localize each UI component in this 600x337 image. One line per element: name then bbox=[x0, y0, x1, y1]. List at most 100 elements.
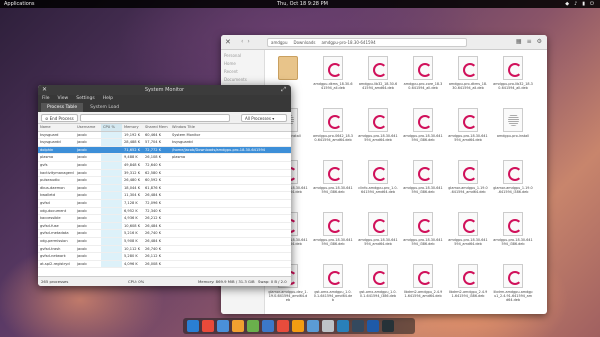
table-row[interactable]: pulseaudio jacob 26,480 K 60,592 K bbox=[38, 177, 291, 185]
table-row[interactable]: ksysguardd jacob 28,488 K 57,704 K ksysguard… bbox=[38, 139, 291, 147]
close-icon[interactable]: ✕ bbox=[42, 85, 47, 95]
table-row[interactable]: plasma jacob 9,488 K 26,108 K plasma bbox=[38, 154, 291, 162]
table-row[interactable]: at-spi2-registryd jacob 4,096 K 26,008 K bbox=[38, 260, 291, 269]
column-header[interactable]: CPU % bbox=[101, 124, 122, 131]
menu-item[interactable]: Settings bbox=[76, 95, 94, 103]
column-header[interactable]: Window Title bbox=[170, 124, 291, 131]
dock-app-icon[interactable] bbox=[292, 320, 304, 332]
tab[interactable]: Process Table bbox=[41, 103, 84, 112]
network-icon[interactable]: ◆ bbox=[565, 1, 569, 7]
menu-item[interactable]: Help bbox=[103, 95, 113, 103]
breadcrumb[interactable]: amdgpu Downloads amdgpu-pro-18.30-641594 bbox=[267, 38, 467, 47]
battery-icon[interactable]: ▮ bbox=[582, 1, 585, 7]
file-item[interactable]: glamor-amdgpu_1.19.0-641594_i386.deb bbox=[493, 157, 533, 205]
table-cell: gvfs bbox=[40, 162, 48, 167]
dock-app-icon[interactable] bbox=[382, 320, 394, 332]
dock-app-icon[interactable] bbox=[277, 320, 289, 332]
file-item[interactable]: amdgpu-pro-18.30-641594_amd64.deb bbox=[448, 105, 488, 153]
forward-icon[interactable]: › bbox=[247, 38, 249, 45]
file-item[interactable]: amdgpu-pro-18.30-641594_i386.deb bbox=[313, 157, 353, 205]
menu-icon[interactable]: ⚙ bbox=[537, 38, 542, 45]
breadcrumb-item[interactable]: amdgpu-pro-18.30-641594 bbox=[321, 40, 375, 45]
file-item[interactable]: amdgpu-pro-18.30-641594_amd64.deb bbox=[358, 105, 398, 153]
file-item[interactable]: amdgpu-pro-0642_18.30-641594_amd64.deb bbox=[313, 105, 353, 153]
table-row[interactable]: xdg-document jacob 6,952 K 72,340 K bbox=[38, 207, 291, 216]
column-header[interactable]: Shared Mem bbox=[143, 124, 170, 131]
grid-view-icon[interactable]: ▦ bbox=[516, 38, 522, 45]
file-item[interactable]: amdgpu-pro-core_18.30-641594_all.deb bbox=[403, 53, 443, 101]
file-item[interactable]: glamor-amdgpu_1.19.0-641594_amd64.deb bbox=[448, 157, 488, 205]
dock-app-icon[interactable] bbox=[202, 320, 214, 332]
table-row[interactable]: gvfsd-network jacob 5,280 K 26,112 K bbox=[38, 253, 291, 261]
table-row[interactable]: dolphin jacob 71,652 K 72,772 K/home/jacob/… bbox=[38, 146, 291, 155]
file-item[interactable]: amdgpu-lib32_18.30-641594_amd64.deb bbox=[358, 53, 398, 101]
file-item[interactable]: amdgpu-dkms_18.30-641594_all.deb bbox=[313, 53, 353, 101]
file-item[interactable]: amdgpu-pro-18.30-641594_i386.deb bbox=[493, 209, 533, 257]
table-row[interactable]: gvfsd jacob 7,128 K 72,096 K bbox=[38, 199, 291, 208]
applications-menu[interactable]: Applications bbox=[4, 1, 35, 7]
process-filter-select[interactable]: All Processes ▾ bbox=[241, 114, 287, 122]
dock-app-icon[interactable] bbox=[367, 320, 379, 332]
file-item[interactable]: amdgpu-pro-18.30-641594_i386.deb bbox=[403, 105, 443, 153]
breadcrumb-item[interactable]: amdgpu bbox=[271, 40, 288, 45]
menu-item[interactable]: File bbox=[42, 95, 50, 103]
dock-app-icon[interactable] bbox=[307, 320, 319, 332]
file-item[interactable]: gst-omx-amdgpu_1.0.0.1-641594_i386.deb bbox=[358, 261, 398, 309]
dock-app-icon[interactable] bbox=[337, 320, 349, 332]
end-process-button[interactable]: ⊘ End Process bbox=[41, 114, 78, 122]
table-row[interactable]: ksysguard jacob 19,192 K 60,464 K System Mon… bbox=[38, 131, 291, 140]
dock-app-icon[interactable] bbox=[262, 320, 274, 332]
file-item[interactable]: amdgpu-pro-18.30-641594_i386.deb bbox=[403, 209, 443, 257]
sidebar-item[interactable]: Home bbox=[224, 61, 261, 69]
search-input[interactable] bbox=[80, 114, 230, 122]
table-row[interactable]: gvfsd-trash jacob 10,112 K 26,740 K bbox=[38, 245, 291, 254]
file-item[interactable]: amdgpu-pro-18.30-641594_i386.deb bbox=[313, 209, 353, 257]
dock-app-icon[interactable] bbox=[247, 320, 259, 332]
tab[interactable]: System Load bbox=[84, 103, 125, 112]
volume-icon[interactable]: ♪ bbox=[574, 1, 577, 7]
file-item[interactable]: libdrm2-amdgpu_2.4.91-641594_i386.deb bbox=[448, 261, 488, 309]
file-item[interactable]: libdrm-amdgpu-amdgpu1_2.4.91-641594_amd6… bbox=[493, 261, 533, 309]
sidebar-item[interactable]: Documents bbox=[224, 77, 261, 85]
table-row[interactable]: kwalletd jacob 11,304 K 26,484 K bbox=[38, 192, 291, 200]
column-header[interactable]: Memory bbox=[122, 124, 143, 131]
table-row[interactable]: xdg-permission jacob 5,908 K 26,484 K bbox=[38, 237, 291, 246]
file-item[interactable]: amdgpu-pro-18.30-641594_i386.deb bbox=[403, 157, 443, 205]
dock-app-icon[interactable] bbox=[232, 320, 244, 332]
table-cell bbox=[101, 147, 122, 154]
table-row[interactable]: kactivitymanagerd jacob 39,312 K 62,580 K bbox=[38, 169, 291, 178]
table-row[interactable]: gvfsd-fuse jacob 10,608 K 26,484 K bbox=[38, 222, 291, 231]
file-item[interactable]: libdrm2-amdgpu_2.4.91-641594_amd64.deb bbox=[403, 261, 443, 309]
menu-item[interactable]: View bbox=[58, 95, 69, 103]
dock-app-icon[interactable] bbox=[187, 320, 199, 332]
sidebar-item[interactable]: Personal bbox=[224, 53, 261, 61]
file-item[interactable]: amdgpu-pro-lib32_18.30-641594_all.deb bbox=[493, 53, 533, 101]
file-item[interactable]: amdgpu-pro-18.30-641594_amd64.deb bbox=[358, 209, 398, 257]
list-view-icon[interactable]: ≡ bbox=[527, 38, 532, 45]
dock-app-icon[interactable] bbox=[217, 320, 229, 332]
clock[interactable]: Thu, Oct 18 9:28 PM bbox=[277, 1, 328, 7]
table-cell bbox=[101, 245, 122, 253]
file-item[interactable]: clinfo-amdgpu-pro_1.0-641594_amd64.deb bbox=[358, 157, 398, 205]
title-bar: ✕ System Monitor ⤢ bbox=[38, 85, 291, 95]
close-icon[interactable]: ✕ bbox=[225, 38, 231, 46]
dock-app-icon[interactable] bbox=[322, 320, 334, 332]
file-item[interactable]: amdgpu-pro-dkms_18.30-641594_all.deb bbox=[448, 53, 488, 101]
column-header[interactable]: Username bbox=[75, 124, 101, 131]
table-cell bbox=[170, 253, 291, 260]
table-row[interactable]: gvfs jacob 49,848 K 72,640 K bbox=[38, 161, 291, 170]
sidebar-item[interactable]: Recent bbox=[224, 69, 261, 77]
table-row[interactable]: dbus-daemon jacob 18,044 K 61,876 K bbox=[38, 184, 291, 193]
file-item[interactable]: amdgpu-pro-install bbox=[493, 105, 533, 153]
file-item[interactable]: gst-omx-amdgpu_1.0.0.1-641594_amd64.deb bbox=[313, 261, 353, 309]
file-item[interactable]: amdgpu-pro-18.30-641594_amd64.deb bbox=[448, 209, 488, 257]
power-icon[interactable]: ⏻ bbox=[590, 1, 594, 7]
table-row[interactable]: gvfsd-metadata jacob 5,216 K 26,740 K bbox=[38, 230, 291, 238]
back-icon[interactable]: ‹ bbox=[241, 38, 243, 45]
file-name: amdgpu-pro-0642_18.30-641594_amd64.deb bbox=[313, 134, 353, 142]
table-row[interactable]: kaccessible jacob 4,936 K 26,212 K bbox=[38, 215, 291, 223]
maximize-icon[interactable]: ⤢ bbox=[281, 85, 286, 95]
breadcrumb-item[interactable]: Downloads bbox=[294, 40, 316, 45]
dock-app-icon[interactable] bbox=[352, 320, 364, 332]
column-header[interactable]: Name bbox=[38, 124, 75, 131]
